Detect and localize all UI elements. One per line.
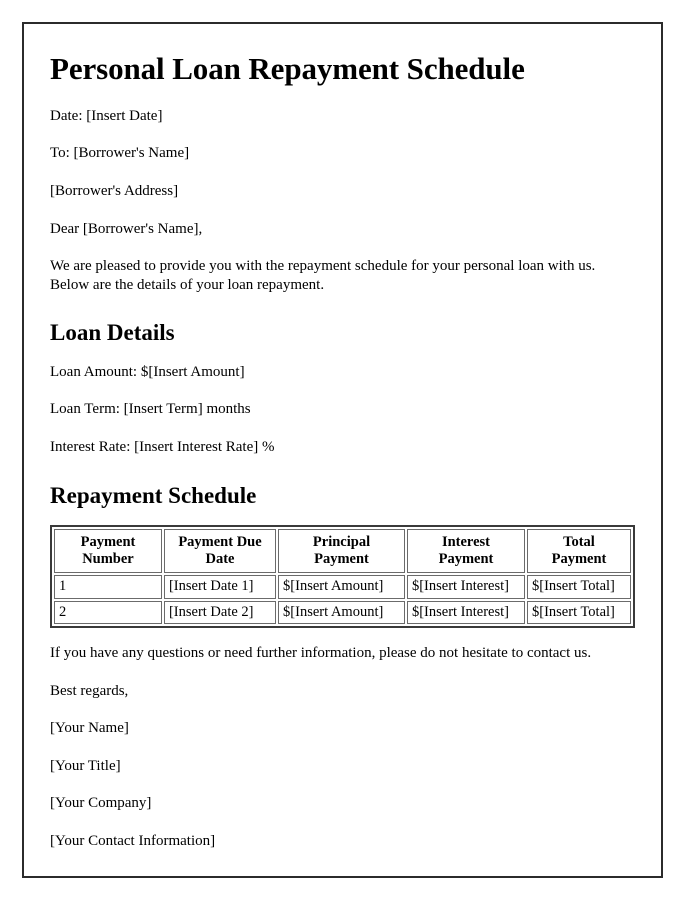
letter-salutation-line: Dear [Borrower's Name], <box>50 220 203 237</box>
letter-header-block: Date: [Insert Date] To: [Borrower's Name… <box>50 107 635 238</box>
cell-interest-payment: $[Insert Interest] <box>406 600 525 624</box>
signature-name-line: [Your Name] <box>50 720 129 737</box>
signature-contact-line: [Your Contact Information] <box>50 832 216 849</box>
signature-company-line: [Your Company] <box>50 795 152 812</box>
cell-interest-payment: $[Insert Interest] <box>406 575 525 599</box>
column-header-payment-number: Payment Number <box>54 528 162 574</box>
loan-amount-line: Loan Amount: $[Insert Amount] <box>50 363 245 380</box>
table-row: 1 [Insert Date 1] $[Insert Amount] $[Ins… <box>54 575 631 599</box>
letter-recipient-name-line: To: [Borrower's Name] <box>50 145 190 162</box>
signoff-line: Best regards, <box>50 682 129 699</box>
cell-total-payment: $[Insert Total] <box>527 575 631 599</box>
repayment-schedule-table: Payment Number Payment Due Date Principa… <box>50 524 635 628</box>
column-header-interest-payment: Interest Payment <box>406 528 525 574</box>
loan-details-block: Loan Amount: $[Insert Amount] Loan Term:… <box>50 363 635 457</box>
table-header-row: Payment Number Payment Due Date Principa… <box>54 528 631 574</box>
table-row: 2 [Insert Date 2] $[Insert Amount] $[Ins… <box>54 600 631 624</box>
cell-principal-payment: $[Insert Amount] <box>278 575 405 599</box>
cell-total-payment: $[Insert Total] <box>527 600 631 624</box>
repayment-schedule-heading: Repayment Schedule <box>50 482 257 508</box>
document-page-frame: Personal Loan Repayment Schedule Date: [… <box>22 22 663 878</box>
closing-paragraph: If you have any questions or need furthe… <box>50 644 592 661</box>
letter-date-line: Date: [Insert Date] <box>50 107 163 124</box>
cell-payment-number: 1 <box>54 575 162 599</box>
column-header-payment-due-date: Payment Due Date <box>163 528 277 574</box>
loan-details-heading: Loan Details <box>50 320 175 346</box>
cell-payment-number: 2 <box>54 600 162 624</box>
page-title: Personal Loan Repayment Schedule <box>50 51 525 86</box>
column-header-principal-payment: Principal Payment <box>278 528 405 574</box>
closing-block: If you have any questions or need furthe… <box>50 644 635 851</box>
cell-payment-due-date: [Insert Date 1] <box>163 575 277 599</box>
signature-title-line: [Your Title] <box>50 757 121 774</box>
column-header-total-payment: Total Payment <box>527 528 631 574</box>
cell-payment-due-date: [Insert Date 2] <box>163 600 277 624</box>
loan-term-line: Loan Term: [Insert Term] months <box>50 401 251 418</box>
table-body: 1 [Insert Date 1] $[Insert Amount] $[Ins… <box>54 575 631 624</box>
letter-recipient-address-line: [Borrower's Address] <box>50 182 179 199</box>
intro-paragraph: We are pleased to provide you with the r… <box>50 258 596 293</box>
cell-principal-payment: $[Insert Amount] <box>278 600 405 624</box>
interest-rate-line: Interest Rate: [Insert Interest Rate] % <box>50 438 275 455</box>
document-body: Personal Loan Repayment Schedule Date: [… <box>24 24 661 851</box>
table-header: Payment Number Payment Due Date Principa… <box>54 528 631 574</box>
